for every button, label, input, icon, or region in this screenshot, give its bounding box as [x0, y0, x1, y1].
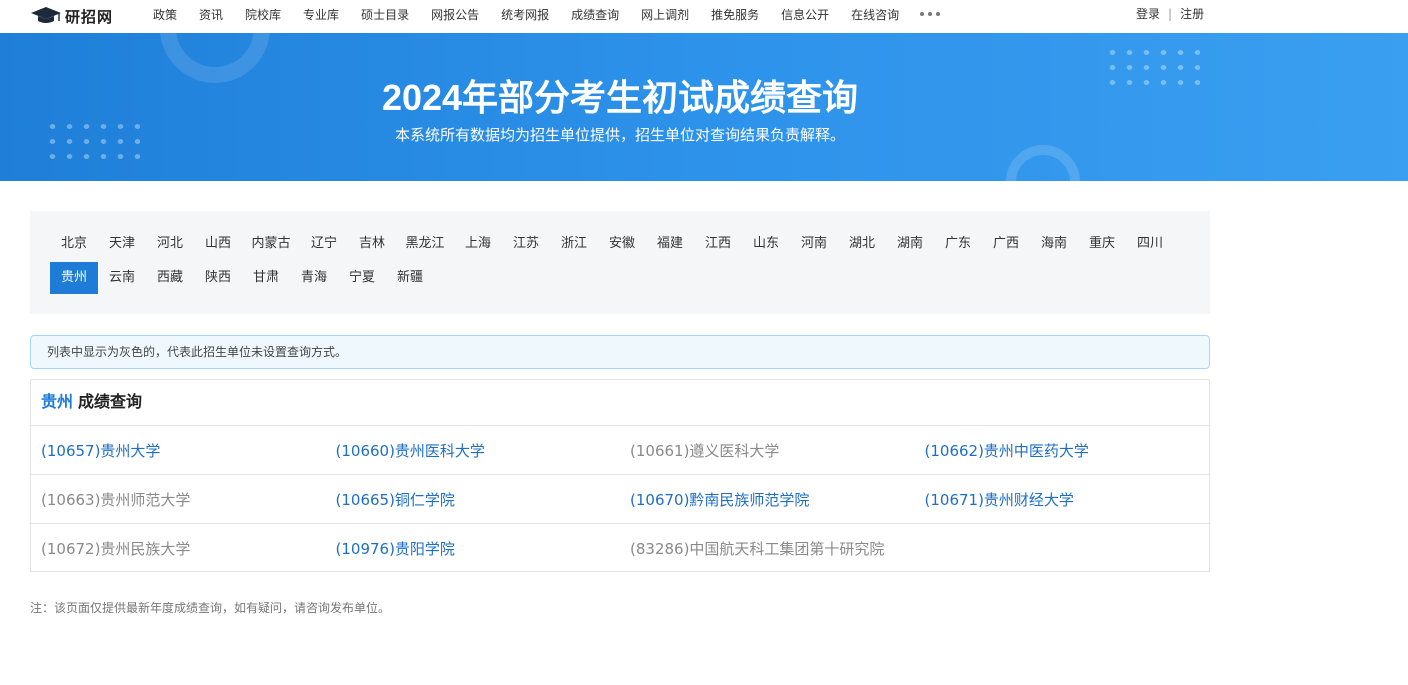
province-tab[interactable]: 陕西 [194, 262, 242, 294]
institution-link: (10663)贵州师范大学 [41, 490, 191, 509]
table-row: (10672)贵州民族大学 (10976)贵阳学院 (83286)中国航天科工集团第… [31, 524, 1209, 573]
nav-item[interactable]: 硕士目录 [350, 6, 420, 23]
nav-item[interactable]: 网报公告 [420, 6, 490, 23]
province-tab[interactable]: 江苏 [502, 228, 550, 260]
province-tab[interactable]: 河南 [790, 228, 838, 260]
nav-item[interactable]: 网上调剂 [630, 6, 700, 23]
province-tab[interactable]: 吉林 [348, 228, 396, 260]
nav-item[interactable]: 推免服务 [700, 6, 770, 23]
table-row: (10657)贵州大学 (10660)贵州医科大学 (10661)遵义医科大学 (10… [31, 426, 1209, 475]
institution-link[interactable]: (10976)贵阳学院 [326, 538, 621, 559]
province-tab[interactable]: 青海 [290, 262, 338, 294]
info-notice: 列表中显示为灰色的，代表此招生单位未设置查询方式。 [30, 335, 1210, 369]
register-link[interactable]: 注册 [1180, 5, 1204, 22]
results-table: 贵州 成绩查询 (10657)贵州大学 (10660)贵州医科大学 (10661)遵义… [30, 379, 1210, 572]
nav-item[interactable]: 信息公开 [770, 6, 840, 23]
institution-link[interactable]: (10671)贵州财经大学 [915, 489, 1210, 510]
province-tab[interactable]: 北京 [50, 228, 98, 260]
province-tab[interactable]: 新疆 [386, 262, 434, 294]
province-row: 北京 天津 河北 山西 内蒙古 辽宁 吉林 黑龙江 上海 江苏 浙江 安徽 福建 江西 山东 河南 湖北 湖南 广东… [50, 228, 1174, 260]
page-subtitle: 本系统所有数据均为招生单位提供，招生单位对查询结果负责解释。 [394, 126, 845, 144]
province-tab[interactable]: 安徽 [598, 228, 646, 260]
nav-item[interactable]: 在线咨询 [840, 6, 910, 23]
institution-link[interactable]: (10670)黔南民族师范学院 [620, 489, 915, 510]
results-heading: 贵州 成绩查询 [31, 380, 1209, 426]
institution-link[interactable]: (10662)贵州中医药大学 [915, 440, 1210, 461]
province-tab[interactable]: 广西 [982, 228, 1030, 260]
footnote: 注：该页面仅提供最新年度成绩查询，如有疑问，请咨询发布单位。 [30, 601, 391, 615]
institution-link: (10661)遵义医科大学 [630, 441, 780, 460]
province-tab[interactable]: 山东 [742, 228, 790, 260]
table-row: (10663)贵州师范大学 (10665)铜仁学院 (10670)黔南民族师范学院(… [31, 475, 1209, 524]
province-tab[interactable]: 西藏 [146, 262, 194, 294]
nav-item[interactable]: 政策 [142, 6, 188, 23]
graduation-cap-icon [31, 7, 61, 23]
results-province: 贵州 [41, 392, 74, 411]
decorative-ring [1006, 145, 1080, 181]
institution-link[interactable]: (10657)贵州大学 [31, 440, 326, 461]
province-tab[interactable]: 黑龙江 [396, 228, 454, 260]
province-tab[interactable]: 福建 [646, 228, 694, 260]
nav-item[interactable]: 成绩查询 [560, 6, 630, 23]
logo-text: 研招网 [65, 7, 114, 26]
province-tab[interactable]: 四川 [1126, 228, 1174, 260]
province-tab[interactable]: 湖南 [886, 228, 934, 260]
institution-link: (10672)贵州民族大学 [41, 540, 191, 558]
province-tab[interactable]: 宁夏 [338, 262, 386, 294]
more-dots-icon[interactable] [920, 0, 941, 28]
institution-link[interactable]: (10660)贵州医科大学 [326, 440, 621, 461]
site-logo[interactable]: 研招网 [30, 4, 113, 28]
province-selector: 北京 天津 河北 山西 内蒙古 辽宁 吉林 黑龙江 上海 江苏 浙江 安徽 福建 江西 山东 河南 湖北 湖南 广东… [30, 211, 1210, 314]
province-tab[interactable]: 河北 [146, 228, 194, 260]
province-tab[interactable]: 重庆 [1078, 228, 1126, 260]
nav-item[interactable]: 专业库 [292, 6, 350, 23]
main-nav: 政策 资讯 院校库 专业库 硕士目录 网报公告 统考网报 成绩查询 网上调剂 推免服务 信息公开 在线… [142, 0, 941, 28]
province-tab[interactable]: 江西 [694, 228, 742, 260]
province-tab[interactable]: 湖北 [838, 228, 886, 260]
auth-links: 登录 | 注册 [1136, 5, 1204, 22]
province-tab[interactable]: 云南 [98, 262, 146, 294]
nav-item[interactable]: 资讯 [188, 6, 234, 23]
page-title: 2024年部分考生初试成绩查询 [381, 77, 859, 118]
province-tab[interactable]: 海南 [1030, 228, 1078, 260]
province-tab[interactable]: 广东 [934, 228, 982, 260]
province-tab[interactable]: 辽宁 [300, 228, 348, 260]
province-row: 贵州 云南 西藏 陕西 甘肃 青海 宁夏 新疆 [50, 262, 434, 294]
nav-item[interactable]: 院校库 [234, 6, 292, 23]
nav-item[interactable]: 统考网报 [490, 6, 560, 23]
province-tab[interactable]: 山西 [194, 228, 242, 260]
login-link[interactable]: 登录 [1136, 5, 1160, 22]
province-tab[interactable]: 贵州 [50, 262, 98, 294]
province-tab[interactable]: 内蒙古 [242, 228, 300, 260]
province-tab[interactable]: 上海 [454, 228, 502, 260]
province-tab[interactable]: 甘肃 [242, 262, 290, 294]
results-title: 成绩查询 [78, 392, 143, 411]
institution-link[interactable]: (10665)铜仁学院 [326, 489, 621, 510]
top-navbar: 研招网 政策 资讯 院校库 专业库 硕士目录 网报公告 统考网报 成绩查询 网上调剂 推免服务 信息… [0, 0, 1408, 33]
institution-link: (83286)中国航天科工集团第十研究院 [630, 540, 885, 558]
hero-banner: 2024年部分考生初试成绩查询 本系统所有数据均为招生单位提供，招生单位对查询结… [0, 33, 1408, 181]
province-tab[interactable]: 浙江 [550, 228, 598, 260]
auth-separator: | [1168, 6, 1173, 21]
province-tab[interactable]: 天津 [98, 228, 146, 260]
